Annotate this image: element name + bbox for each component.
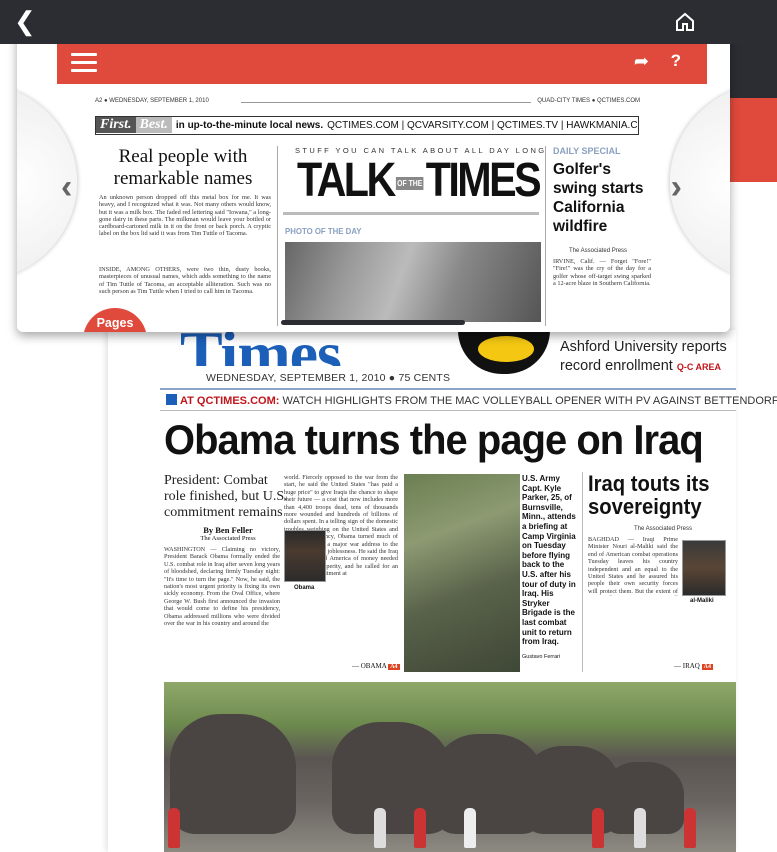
header-rule bbox=[241, 102, 531, 103]
photo-caption: U.S. Army Capt. Kyle Parker, 25, of Burn… bbox=[522, 474, 576, 647]
maliki-caption: al-Maliki bbox=[690, 598, 714, 604]
page-viewer-card[interactable]: ➦ ? ‹ › A2 ● WEDNESDAY, SEPTEMBER 1, 201… bbox=[17, 22, 730, 332]
promo-lead: AT QCTIMES.COM: bbox=[180, 395, 280, 407]
obama-jump: — OBAMA A4 bbox=[352, 662, 400, 670]
real-people-text-1: An unknown person dropped off this metal… bbox=[99, 194, 271, 238]
qc-area-tag: Q-C AREA bbox=[676, 362, 722, 372]
daily-special-label: DAILY SPECIAL bbox=[553, 146, 621, 156]
obama-caption: Obama bbox=[294, 585, 315, 591]
byline: By Ben Feller The Associated Press bbox=[200, 525, 256, 542]
app-top-bar: ❮ bbox=[0, 0, 777, 44]
real-people-headline: Real people with remarkable names bbox=[113, 146, 253, 189]
masthead-rule bbox=[160, 388, 736, 390]
column-divider bbox=[582, 472, 583, 672]
photo-credit: Gustavo Ferrari bbox=[522, 654, 561, 660]
iraq-jump: — IRAQ A4 bbox=[674, 662, 713, 670]
handler bbox=[168, 808, 180, 848]
next-page-button[interactable]: › bbox=[671, 168, 682, 207]
first-label: First. bbox=[96, 117, 136, 133]
ashford-promo: Ashford University reports record enroll… bbox=[560, 339, 727, 374]
handler bbox=[464, 808, 476, 848]
talk-rule bbox=[283, 212, 539, 215]
handler bbox=[592, 808, 604, 848]
iraq-source: The Associated Press bbox=[633, 526, 693, 532]
hawkeye-logo bbox=[458, 330, 550, 374]
handler bbox=[374, 808, 386, 848]
golfer-source: The Associated Press bbox=[569, 248, 628, 254]
chevron-left-icon: ❮ bbox=[14, 6, 36, 36]
elephants-photo bbox=[164, 682, 736, 852]
of-the-badge: OF THE bbox=[396, 176, 424, 190]
web-promo-bar: AT QCTIMES.COM: WATCH HIGHLIGHTS FROM TH… bbox=[166, 394, 777, 407]
iraq-headline: Iraq touts its sovereignty bbox=[588, 471, 710, 519]
masthead: Times bbox=[180, 330, 341, 366]
play-icon bbox=[166, 394, 177, 405]
photo-of-the-day bbox=[285, 242, 541, 322]
real-people-text-2: INSIDE, AMONG OTHERS, were two thin, dus… bbox=[99, 266, 271, 295]
maliki-photo bbox=[682, 540, 726, 596]
golfer-text: IRVINE, Calif. — Forget "Fore!" "Fire!" … bbox=[553, 258, 651, 287]
column-divider bbox=[545, 146, 546, 326]
subheadline: President: Combat role finished, but U.S… bbox=[164, 473, 288, 520]
column-divider bbox=[277, 146, 278, 326]
home-icon[interactable] bbox=[673, 10, 697, 34]
page-reference: A2 ● WEDNESDAY, SEPTEMBER 1, 2010 bbox=[95, 98, 209, 104]
dateline: WEDNESDAY, SEPTEMBER 1, 2010 ● 75 CENTS bbox=[206, 372, 451, 384]
handler bbox=[684, 808, 696, 848]
help-button[interactable]: ? bbox=[671, 51, 681, 71]
viewer-toolbar: ➦ ? bbox=[57, 42, 707, 84]
share-arrow-icon[interactable]: ➦ bbox=[634, 51, 649, 72]
first-text: in up-to-the-minute local news. bbox=[175, 120, 324, 131]
back-button[interactable]: ❮ bbox=[14, 6, 36, 36]
iraq-story-a: BAGHDAD — Iraqi Prime Minister Nouri al-… bbox=[588, 536, 678, 596]
golfer-headline: Golfer's swing starts California wildfir… bbox=[553, 161, 644, 235]
paper-reference: QUAD-CITY TIMES ● QCTIMES.COM bbox=[537, 98, 640, 104]
obama-photo bbox=[284, 530, 326, 582]
newspaper-front-page[interactable]: Times Ashford University reports record … bbox=[108, 330, 777, 852]
background-toolbar-red bbox=[730, 98, 777, 182]
soldiers-photo bbox=[404, 474, 520, 672]
drag-handle[interactable] bbox=[281, 320, 465, 325]
best-label: Best. bbox=[135, 117, 172, 133]
promo-text: WATCH HIGHLIGHTS FROM THE MAC VOLLEYBALL… bbox=[282, 395, 777, 407]
handler bbox=[414, 808, 426, 848]
first-urls: QCTIMES.COM | QCVARSITY.COM | QCTIMES.TV… bbox=[327, 120, 639, 131]
main-headline: Obama turns the page on Iraq bbox=[164, 416, 704, 463]
elephant bbox=[170, 714, 296, 834]
promo-rule bbox=[160, 410, 736, 411]
previous-page-button[interactable]: ‹ bbox=[61, 168, 72, 207]
story-column-1: WASHINGTON — Claiming no victory, Presid… bbox=[164, 546, 280, 628]
photo-of-the-day-label: PHOTO OF THE DAY bbox=[285, 226, 362, 236]
hamburger-menu-icon[interactable] bbox=[71, 53, 97, 73]
first-best-banner: First. Best. in up-to-the-minute local new… bbox=[95, 116, 639, 135]
handler bbox=[634, 808, 646, 848]
talk-of-the-times-logo: TALK OF THETIMES bbox=[297, 154, 542, 207]
